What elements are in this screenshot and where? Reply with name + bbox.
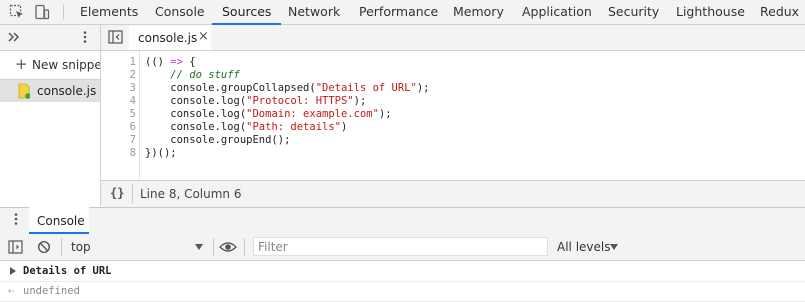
show-sidebar-icon[interactable]	[8, 240, 24, 254]
tab-elements[interactable]: Elements	[80, 0, 138, 24]
string-token: "Details of URL"	[315, 82, 417, 94]
close-tab-icon[interactable]: ×	[198, 29, 209, 44]
line-number[interactable]: 4	[101, 95, 136, 107]
code-line[interactable]: // do stuff	[145, 69, 240, 81]
code-token: console.log(	[145, 121, 247, 133]
console-result-message: ⇠ undefined	[0, 282, 805, 302]
console-filter-input[interactable]: Filter	[253, 237, 548, 256]
tab-application[interactable]: Application	[522, 0, 592, 24]
code-token: );	[416, 82, 430, 94]
console-group-message[interactable]: Details of URL	[0, 262, 805, 282]
log-levels-dropdown[interactable]: All levels	[552, 235, 624, 259]
drawer-tab-console-label: Console	[37, 214, 85, 228]
tab-performance[interactable]: Performance	[359, 0, 438, 24]
code-token: console.groupEnd();	[145, 134, 291, 146]
tab-security[interactable]: Security	[608, 0, 659, 24]
expand-triangle-icon[interactable]	[10, 267, 16, 275]
tab-memory[interactable]: Memory	[453, 0, 504, 24]
result-value: undefined	[23, 285, 80, 297]
gutter-divider	[139, 51, 140, 179]
snippet-file-name: console.js	[37, 84, 97, 98]
plus-icon: +	[15, 55, 28, 73]
navigator-menu-icon[interactable]	[79, 30, 91, 44]
drawer-menu-icon[interactable]	[10, 212, 22, 226]
new-snippet-button[interactable]: + New snippet	[0, 51, 100, 80]
new-snippet-label: New snippet	[32, 58, 100, 72]
tab-network[interactable]: Network	[288, 0, 340, 24]
toolbar-divider	[244, 238, 245, 256]
clear-console-icon[interactable]	[37, 240, 51, 254]
code-token: console.log(	[145, 108, 247, 120]
tab-sources[interactable]: Sources	[211, 0, 283, 25]
live-expression-eye-icon[interactable]	[219, 240, 237, 254]
tab-console[interactable]: Console	[155, 0, 205, 24]
snippet-file-icon	[18, 83, 30, 99]
code-line[interactable]: console.groupEnd();	[145, 134, 290, 146]
toolbar-divider	[213, 238, 214, 256]
line-number[interactable]: 2	[101, 69, 136, 81]
code-line[interactable]: (() => {	[145, 56, 196, 68]
context-selector-value: top	[71, 240, 91, 254]
comment-token: // do stuff	[170, 69, 240, 81]
drawer-tab-bar	[0, 207, 805, 235]
editor-status-bar: {} Line 8, Column 6	[101, 180, 805, 207]
more-tabs-icon[interactable]	[7, 30, 21, 44]
snippet-file-item[interactable]: console.js	[0, 80, 100, 102]
line-number[interactable]: 8	[101, 147, 136, 159]
tab-lighthouse[interactable]: Lighthouse	[676, 0, 745, 24]
log-levels-label: All levels	[557, 240, 611, 254]
code-token: (()	[145, 56, 171, 68]
result-arrow-icon: ⇠	[8, 284, 15, 297]
toolbar-divider	[63, 4, 64, 20]
code-line[interactable]: console.log("Domain: example.com");	[145, 108, 392, 120]
string-token: "Domain: example.com"	[246, 108, 379, 120]
editor-file-tab[interactable]: console.js ×	[129, 25, 211, 50]
code-token: );	[378, 108, 392, 120]
line-number[interactable]: 1	[101, 56, 136, 68]
editor-file-tab-label: console.js	[138, 31, 198, 45]
inspect-element-icon[interactable]	[9, 4, 25, 20]
string-token: "Protocol: HTTPS"	[246, 95, 354, 107]
code-line[interactable]: console.log("Path: details")	[145, 121, 347, 133]
status-divider	[132, 184, 133, 203]
code-token: console.groupCollapsed(	[145, 82, 316, 94]
device-toolbar-icon[interactable]	[34, 4, 50, 20]
line-number[interactable]: 5	[101, 108, 136, 120]
operator-token: =>	[170, 56, 183, 68]
filter-placeholder: Filter	[258, 240, 288, 254]
toggle-navigator-icon[interactable]	[108, 30, 124, 44]
pretty-print-icon[interactable]: {}	[110, 186, 124, 200]
line-number[interactable]: 6	[101, 121, 136, 133]
cursor-position: Line 8, Column 6	[140, 187, 242, 201]
line-number[interactable]: 3	[101, 82, 136, 94]
code-line[interactable]: })();	[145, 147, 177, 159]
dropdown-arrow-icon	[610, 244, 618, 250]
code-token: console.log(	[145, 95, 247, 107]
code-token: )	[340, 121, 348, 133]
drawer-tab-console[interactable]: Console	[29, 207, 89, 234]
code-token: );	[353, 95, 367, 107]
group-label: Details of URL	[23, 265, 112, 277]
code-line[interactable]: console.log("Protocol: HTTPS");	[145, 95, 366, 107]
string-token: "Path: details"	[246, 121, 341, 133]
line-number[interactable]: 7	[101, 134, 136, 146]
tab-redux[interactable]: Redux	[760, 0, 799, 24]
code-token: {	[182, 56, 196, 68]
context-selector[interactable]: top	[62, 235, 210, 259]
code-token: })();	[145, 147, 177, 159]
code-line[interactable]: console.groupCollapsed("Details of URL")…	[145, 82, 430, 94]
dropdown-arrow-icon	[195, 244, 203, 250]
